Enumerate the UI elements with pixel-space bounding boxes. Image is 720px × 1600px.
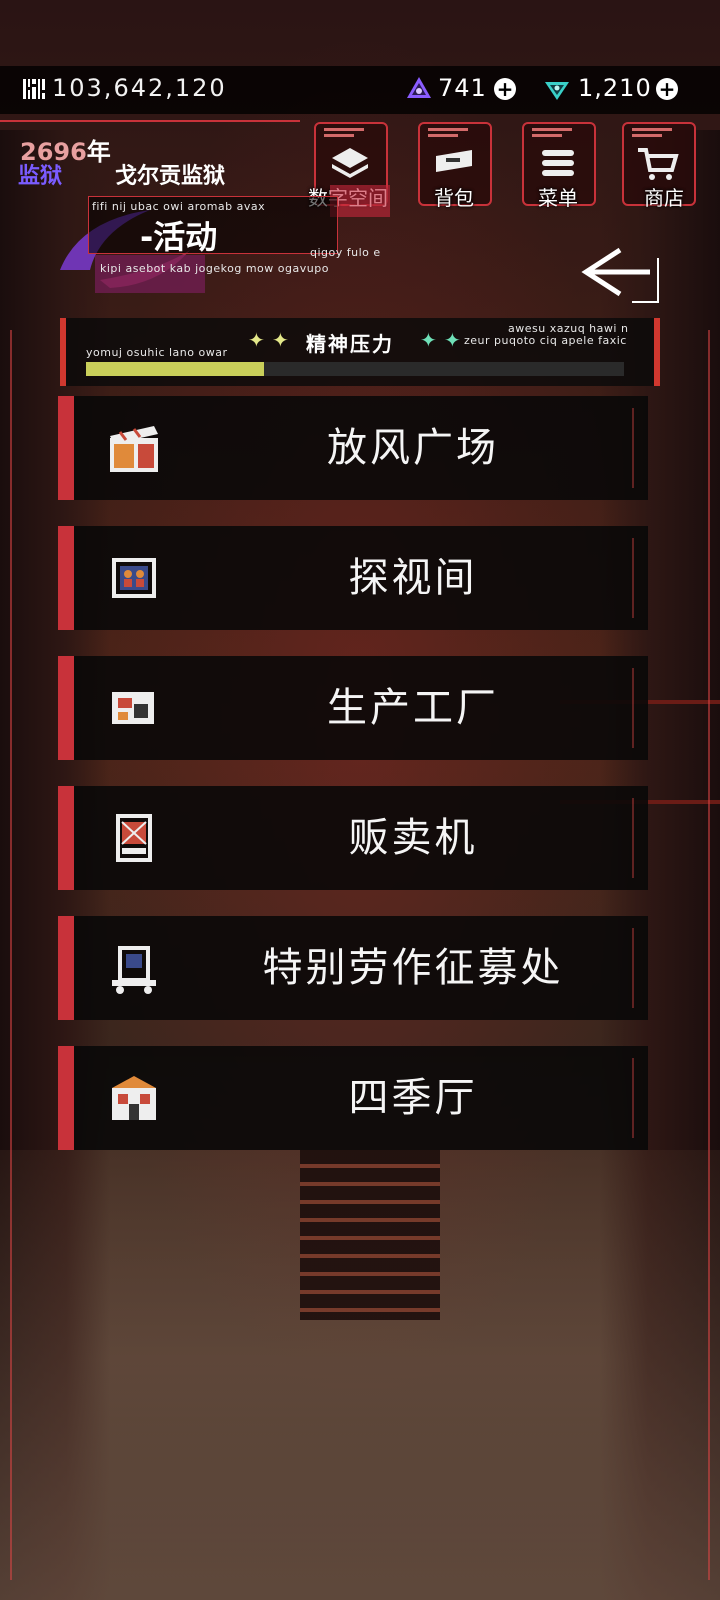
- nav-label: 背包: [434, 186, 474, 210]
- visiting-frame-icon: [112, 558, 156, 598]
- year-unit: 年: [86, 138, 111, 166]
- header-divider: [0, 120, 300, 122]
- nav-deco: [428, 128, 468, 131]
- back-arrow-icon[interactable]: [580, 244, 660, 304]
- prison-tag: 监狱: [18, 164, 63, 189]
- stress-caption-right-2: zeur puqoto ciq apele faxic: [464, 334, 627, 347]
- nav-backpack-button[interactable]: 背包: [418, 122, 492, 210]
- factory-machine-icon: [112, 692, 154, 724]
- menu-item-label: 特别劳作征募处: [262, 945, 564, 991]
- activity-caption-right: qigoy fulo e: [310, 246, 381, 259]
- stress-title: 精神压力: [306, 332, 394, 356]
- menu-item-label: 生产工厂: [327, 685, 499, 731]
- cart-icon: [638, 148, 679, 180]
- purple-gem-balance: 741: [438, 74, 487, 102]
- menu-item-production-factory[interactable]: 生产工厂: [58, 656, 648, 760]
- menu-item-label: 贩卖机: [348, 815, 478, 861]
- nav-deco: [324, 128, 364, 131]
- sparkle-icon: ✦: [420, 328, 437, 352]
- sparkle-icon: ✦: [444, 328, 461, 352]
- menu-item-special-labor-recruitment[interactable]: 特别劳作征募处: [58, 916, 648, 1020]
- recruit-cart-icon: [112, 946, 156, 994]
- stairs: [300, 1150, 440, 1320]
- sparkle-icon: ✦: [248, 328, 265, 352]
- bag-icon: [436, 150, 472, 172]
- clapper-board-icon: [110, 426, 158, 472]
- nav-menu-button[interactable]: 菜单: [522, 122, 596, 210]
- menu-accent-bar: [58, 1046, 74, 1150]
- teal-crystal-icon: [545, 82, 569, 100]
- menu-item-vending-machine[interactable]: 贩卖机: [58, 786, 648, 890]
- menu-accent-bar: [58, 656, 74, 760]
- stress-caption-left: yomuj osuhic lano owar: [86, 346, 228, 359]
- menu-item-exercise-yard[interactable]: 放风广场: [58, 396, 648, 500]
- nav-deco: [324, 134, 354, 137]
- purple-crystal-icon: [407, 77, 431, 98]
- menu-item-visiting-room[interactable]: 探视间: [58, 526, 648, 630]
- activity-deco: [330, 185, 390, 217]
- layers-icon: [332, 148, 368, 178]
- nav-deco: [632, 128, 672, 131]
- menu-item-four-seasons-hall[interactable]: 四季厅: [58, 1046, 648, 1150]
- stress-progress-fill: [86, 362, 264, 376]
- nav-deco: [428, 134, 458, 137]
- nav-label: 菜单: [538, 186, 578, 210]
- activity-title[interactable]: -活动: [140, 212, 217, 258]
- menu-accent-bar: [58, 916, 74, 1020]
- add-purple-gem-button[interactable]: +: [494, 78, 516, 100]
- frame-line-right: [672, 330, 710, 1580]
- menu-accent-bar: [58, 526, 74, 630]
- barcode-coin-icon: [23, 79, 45, 99]
- nav-label: 商店: [644, 186, 684, 210]
- nav-shop-button[interactable]: 商店: [622, 122, 696, 210]
- menu-item-label: 放风广场: [327, 425, 499, 471]
- prison-name: 戈尔贡监狱: [115, 164, 226, 189]
- add-teal-gem-button[interactable]: +: [656, 78, 678, 100]
- nav-deco: [632, 134, 662, 137]
- currency-bar: 103,642,120 741 + 1,210 +: [0, 66, 720, 114]
- nav-deco: [532, 134, 562, 137]
- teal-gem-balance: 1,210: [578, 74, 652, 102]
- menu-list-icon: [542, 150, 574, 176]
- frame-line-left: [10, 330, 52, 1580]
- menu-item-label: 四季厅: [348, 1075, 478, 1121]
- building-icon: [112, 1076, 156, 1120]
- activity-caption-bottom: kipi asebot kab jogekog mow ogavupo: [100, 262, 329, 275]
- menu-accent-bar: [58, 786, 74, 890]
- nav-deco: [532, 128, 572, 131]
- menu-accent-bar: [58, 396, 74, 500]
- vending-machine-icon: [116, 814, 152, 862]
- coin-balance: 103,642,120: [52, 74, 227, 102]
- sparkle-icon: ✦: [272, 328, 289, 352]
- stress-progress-track: [86, 362, 624, 376]
- menu-item-label: 探视间: [348, 555, 478, 601]
